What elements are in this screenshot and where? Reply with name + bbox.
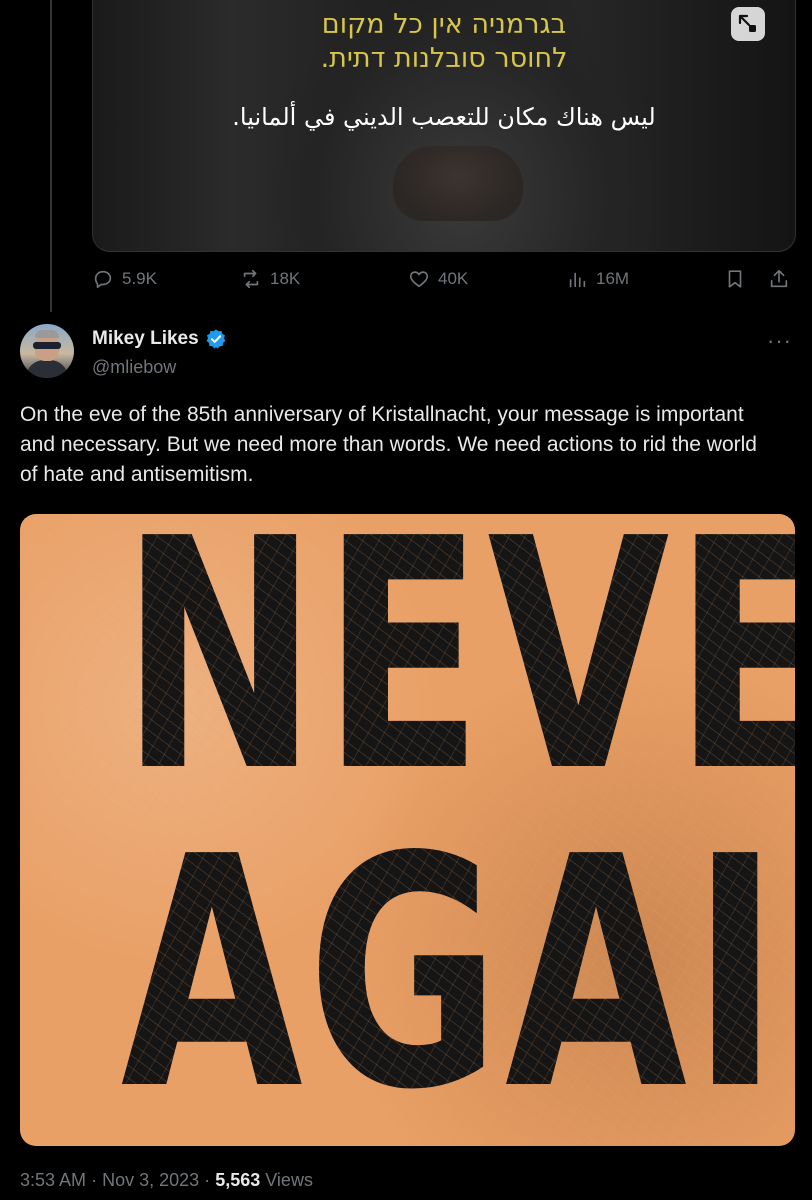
share-icon bbox=[770, 269, 788, 288]
more-icon: ··· bbox=[767, 328, 792, 353]
tweet-image-never-again-poster[interactable]: NEVER AGAIN! bbox=[20, 514, 795, 1146]
avatar-hair bbox=[35, 330, 59, 338]
avatar[interactable] bbox=[20, 324, 74, 378]
avatar-body bbox=[26, 360, 68, 378]
tweet-metadata: 3:53 AM · Nov 3, 2023 · 5,563 Views bbox=[20, 1170, 313, 1191]
bookmark-button[interactable] bbox=[724, 268, 746, 290]
views-button[interactable]: 16M bbox=[566, 268, 629, 290]
repost-count: 18K bbox=[270, 269, 301, 288]
like-icon bbox=[409, 271, 429, 288]
previous-tweet-action-bar: 5.9K 18K 40K 16M bbox=[92, 268, 794, 298]
views-icon bbox=[569, 272, 586, 288]
author-display-name[interactable]: Mikey Likes bbox=[92, 328, 227, 350]
like-count: 40K bbox=[438, 269, 469, 288]
tweet-date[interactable]: Nov 3, 2023 bbox=[102, 1170, 199, 1190]
subtitle-arabic-line: ليس هناك مكان للتعصب الديني في ألمانيا. bbox=[232, 103, 656, 131]
thread-connector-line bbox=[50, 0, 52, 312]
tweet-views-label: Views bbox=[265, 1170, 313, 1190]
expand-video-button[interactable] bbox=[731, 7, 765, 41]
avatar-sunglasses bbox=[33, 342, 61, 349]
video-frame-hands bbox=[393, 146, 523, 221]
reply-icon bbox=[94, 270, 112, 289]
verified-badge-icon bbox=[206, 329, 226, 349]
repost-icon bbox=[243, 269, 259, 289]
tweet-views-count: 5,563 bbox=[215, 1170, 261, 1190]
like-button[interactable]: 40K bbox=[408, 268, 468, 290]
video-player[interactable]: בגרמניה אין כל מקום לחוסר סובלנות דתית. … bbox=[92, 0, 796, 252]
reply-button[interactable]: 5.9K bbox=[92, 268, 157, 290]
poster-text-line-2: AGAIN! bbox=[120, 789, 795, 1146]
tweet-text: On the eve of the 85th anniversary of Kr… bbox=[20, 403, 757, 486]
views-count: 16M bbox=[596, 269, 630, 288]
more-options-button[interactable]: ··· bbox=[767, 328, 792, 354]
repost-button[interactable]: 18K bbox=[240, 268, 300, 290]
subtitle-hebrew-line-2: לחוסר סובלנות דתית. bbox=[320, 43, 568, 74]
meta-separator: · bbox=[204, 1170, 211, 1190]
bookmark-icon bbox=[728, 270, 742, 288]
reply-count: 5.9K bbox=[122, 269, 157, 288]
subtitle-hebrew-line-1: בגרמניה אין כל מקום bbox=[321, 9, 567, 40]
share-button[interactable] bbox=[768, 268, 790, 290]
expand-icon bbox=[738, 14, 756, 32]
author-handle[interactable]: @mliebow bbox=[92, 357, 176, 378]
meta-separator: · bbox=[91, 1170, 98, 1190]
author-name-text: Mikey Likes bbox=[92, 328, 199, 349]
poster-text-line-1: NEVER bbox=[120, 514, 795, 841]
tweet-time[interactable]: 3:53 AM bbox=[20, 1170, 86, 1190]
